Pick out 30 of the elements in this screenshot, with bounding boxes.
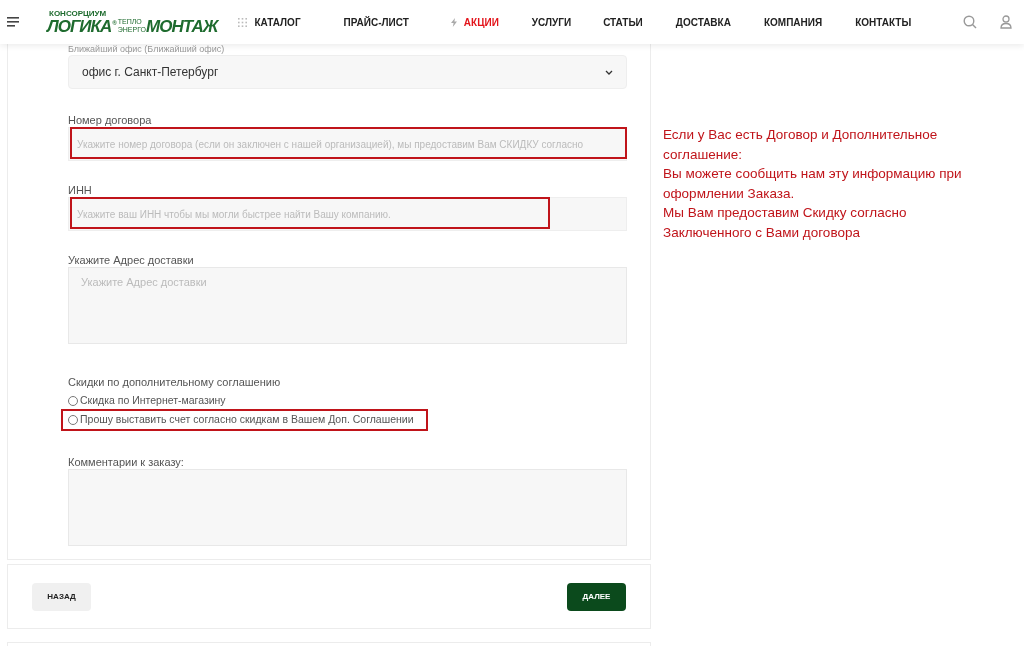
address-field[interactable]: Укажите Адрес доставки	[68, 267, 627, 344]
grid-icon	[238, 17, 248, 27]
field-label: Укажите Адрес доставки	[68, 253, 195, 267]
radio-label[interactable]: Скидка по Интернет-магазину	[80, 393, 226, 409]
nav-link[interactable]: КАТАЛОГ	[238, 14, 301, 30]
user-icon[interactable]	[1000, 15, 1013, 29]
note-text: Если у Вас есть Договор и Дополнительное соглашение:	[663, 126, 939, 164]
field-label: Скидки по дополнительному соглашению	[68, 375, 282, 389]
field-label: Номер договора	[68, 113, 153, 127]
note-text: Вы можете сообщить нам эту информацию при оформлении Заказа.	[663, 165, 963, 203]
office-select[interactable]: офис г. Санкт-Петербург	[68, 55, 627, 89]
back-button[interactable]: НАЗАД	[32, 582, 91, 611]
nav-link[interactable]: СТАТЬИ	[603, 14, 643, 30]
menu-icon[interactable]	[7, 17, 19, 27]
logo-caption: КОНСОРЦИУМ	[49, 9, 108, 18]
nav-link[interactable]: АКЦИИ	[450, 14, 499, 30]
nav-link[interactable]: УСЛУГИ	[531, 14, 572, 30]
next-button[interactable]: ДАЛЕЕ	[567, 582, 626, 611]
field-label: Ближайший офис (Ближайший офис)	[68, 44, 226, 54]
chevron-down-icon	[605, 69, 613, 75]
field-label: Комментарии к заказу:	[68, 455, 185, 469]
nav-link[interactable]: КОМПАНИЯ	[763, 14, 823, 30]
lightning-icon	[450, 17, 457, 27]
nav-link[interactable]: ПРАЙС-ЛИСТ	[343, 14, 409, 30]
field-label: ИНН	[68, 183, 93, 197]
nav-link[interactable]: КОНТАКТЫ	[855, 14, 912, 30]
search-icon[interactable]	[963, 15, 978, 29]
nav-link[interactable]: ДОСТАВКА	[675, 14, 731, 30]
note-text: Мы Вам предоставим Скидку согласно Заключенного с Вами договора	[663, 204, 908, 242]
radio-label[interactable]: Прошу выставить счет согласно скидкам в Вашем Доп. Соглашении	[80, 412, 414, 428]
